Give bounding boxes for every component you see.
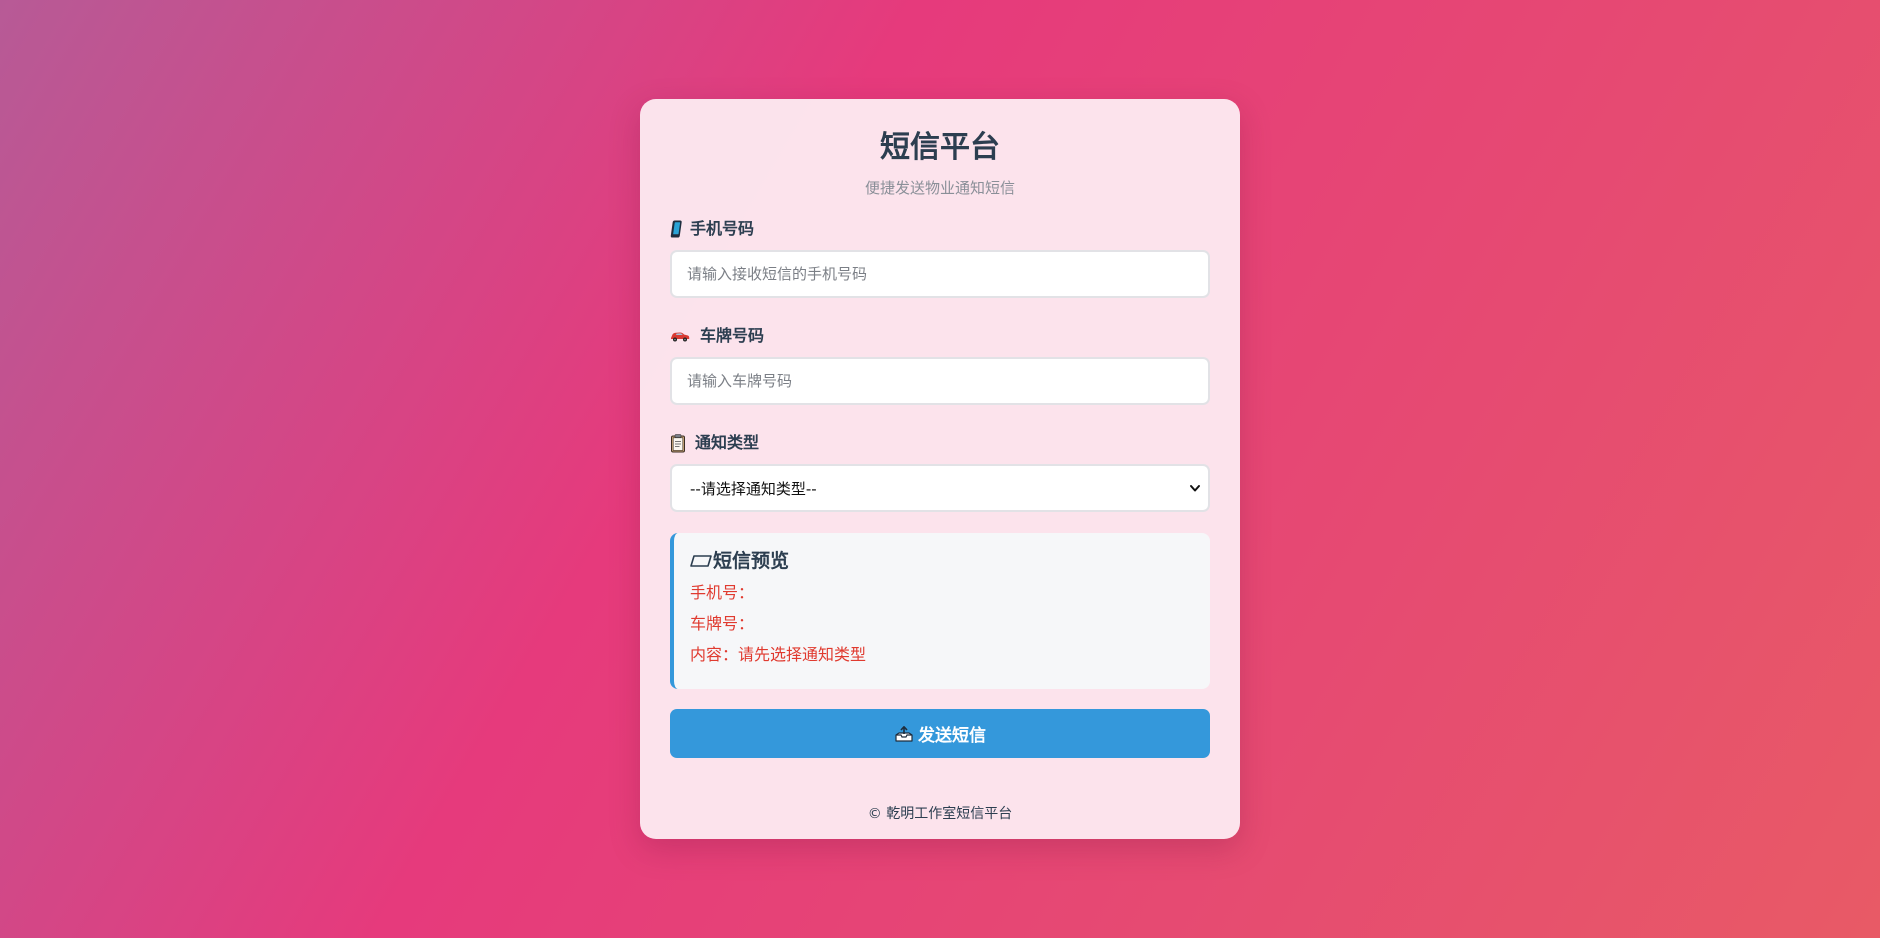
- sms-card-icon: [690, 553, 712, 569]
- phone-label-text: 手机号码: [690, 219, 755, 238]
- clipboard-icon: [670, 433, 687, 453]
- notice-type-select[interactable]: --请选择通知类型--: [670, 464, 1210, 512]
- preview-title: 短信预览: [690, 549, 1194, 573]
- notice-type-label: 通知类型: [670, 432, 1210, 454]
- mobile-phone-icon: [670, 220, 682, 238]
- send-sms-button[interactable]: 发送短信: [670, 709, 1210, 758]
- car-icon: [670, 330, 690, 342]
- footer-copyright: © 乾明工作室短信平台: [867, 806, 1013, 822]
- phone-label: 手机号码: [670, 218, 1210, 240]
- notice-type-selected-value: --请选择通知类型--: [690, 479, 817, 498]
- page-title: 短信平台: [880, 130, 1000, 165]
- plate-label: 车牌号码: [670, 325, 1210, 347]
- notice-type-label-text: 通知类型: [695, 433, 760, 452]
- preview-content: 内容：请先选择通知类型: [690, 645, 867, 664]
- sms-form-card: 短信平台 便捷发送物业通知短信 手机号码 车牌号码: [640, 99, 1240, 839]
- phone-input[interactable]: [670, 250, 1210, 298]
- preview-title-text: 短信预览: [713, 550, 790, 572]
- plate-label-text: 车牌号码: [700, 326, 765, 345]
- send-sms-button-label: 发送短信: [918, 726, 986, 746]
- page-subtitle: 便捷发送物业通知短信: [864, 179, 1015, 197]
- preview-plate: 车牌号：: [690, 614, 755, 633]
- plate-input[interactable]: [670, 357, 1210, 405]
- outbox-tray-icon: [894, 725, 914, 743]
- preview-phone: 手机号：: [690, 583, 755, 602]
- sms-preview-panel: 短信预览 手机号： 车牌号： 内容：请先选择通知类型: [670, 533, 1210, 689]
- chevron-down-icon: [1188, 480, 1202, 496]
